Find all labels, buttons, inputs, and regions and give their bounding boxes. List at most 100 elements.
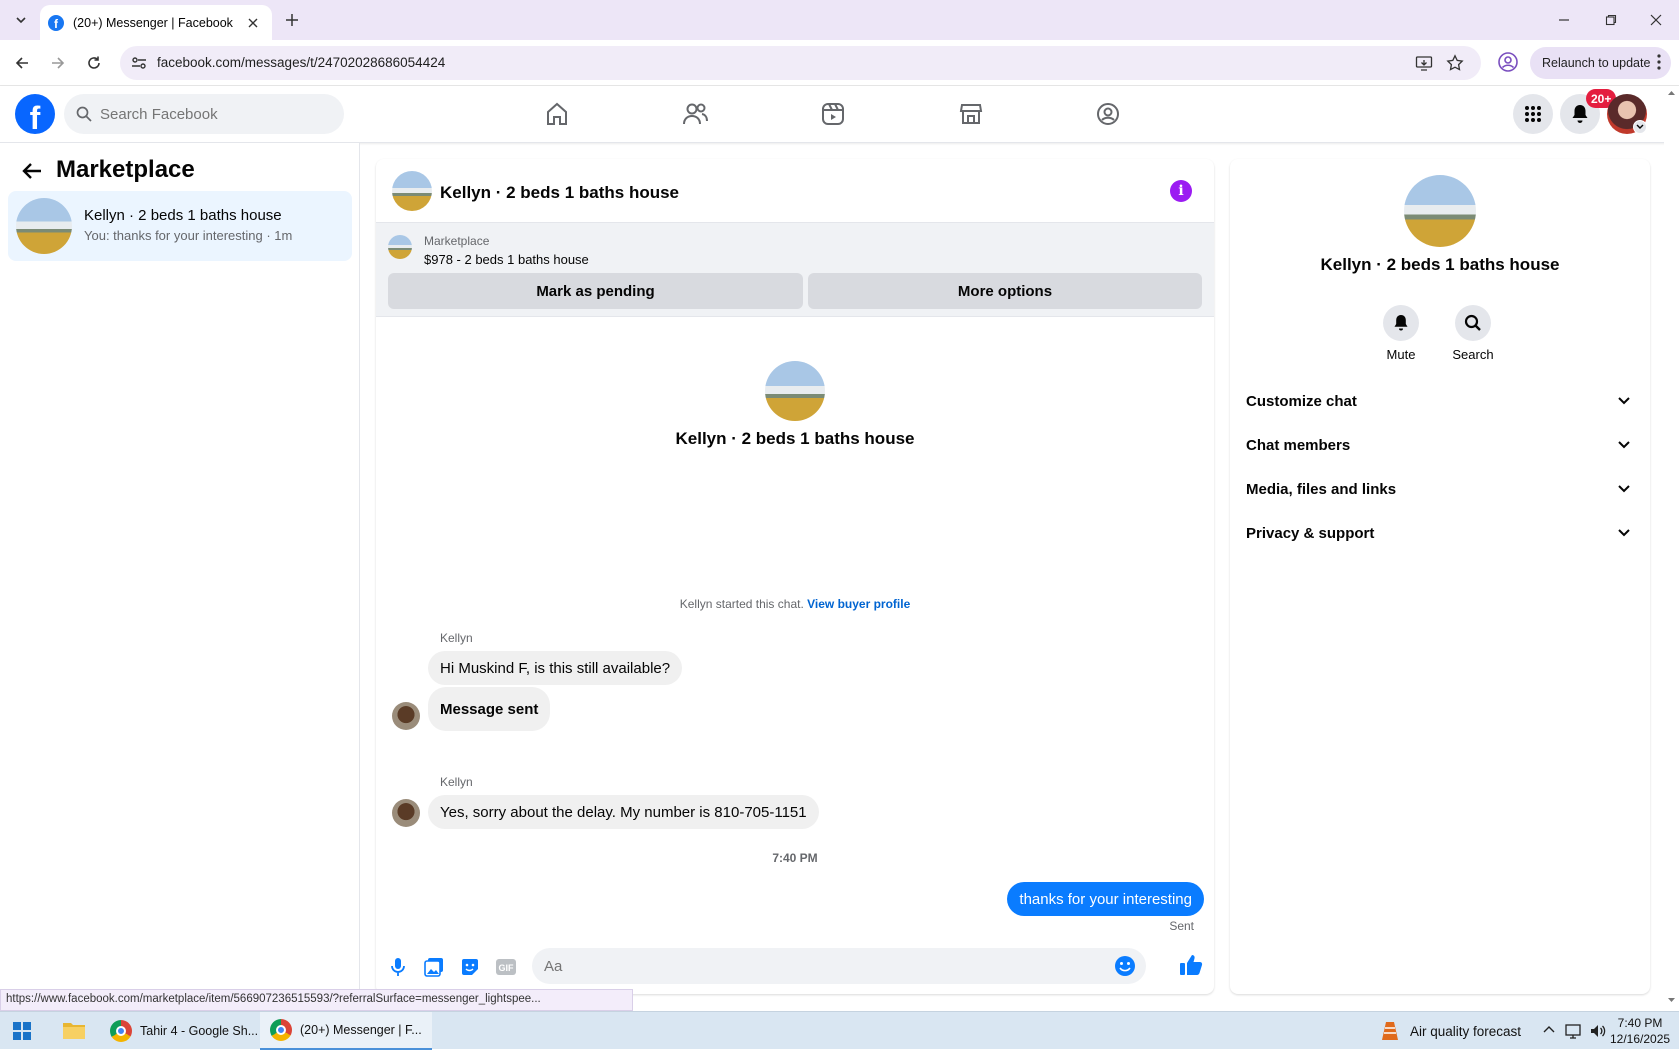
marketplace-icon[interactable] bbox=[953, 96, 989, 132]
more-options-button[interactable]: More options bbox=[808, 273, 1202, 309]
search-label: Search bbox=[1452, 347, 1494, 362]
forward-arrow-icon[interactable] bbox=[46, 51, 70, 75]
page-scrollbar[interactable] bbox=[1664, 86, 1679, 1007]
customize-chat-row[interactable]: Customize chat bbox=[1236, 379, 1644, 423]
taskbar-app-messenger[interactable]: (20+) Messenger | F... bbox=[260, 1012, 432, 1050]
weather-widget[interactable]: Air quality forecast bbox=[1380, 1012, 1521, 1050]
chat-title[interactable]: Kellyn · 2 beds 1 baths house bbox=[440, 183, 679, 203]
microphone-icon[interactable] bbox=[386, 955, 410, 979]
mute-button[interactable]: Mute bbox=[1371, 305, 1431, 362]
account-chevron-down-icon[interactable] bbox=[1633, 120, 1647, 134]
gaming-icon[interactable] bbox=[1090, 96, 1126, 132]
chat-members-row[interactable]: Chat members bbox=[1236, 423, 1644, 467]
section-label: Chat members bbox=[1246, 436, 1351, 454]
browser-menu-icon[interactable] bbox=[1657, 53, 1661, 71]
info-icon[interactable]: i bbox=[1170, 180, 1192, 202]
sender-avatar[interactable] bbox=[392, 702, 420, 730]
sender-avatar[interactable] bbox=[392, 799, 420, 827]
mark-as-pending-button[interactable]: Mark as pending bbox=[388, 273, 803, 309]
message-composer: GIF bbox=[376, 939, 1214, 994]
sticker-icon[interactable] bbox=[458, 955, 482, 979]
windows-start-icon[interactable] bbox=[13, 1022, 31, 1040]
facebook-favicon-icon: f bbox=[48, 14, 64, 31]
chat-info-avatar[interactable] bbox=[1404, 175, 1476, 247]
search-icon[interactable] bbox=[1455, 305, 1491, 341]
taskbar-app-sheets[interactable]: Tahir 4 - Google Sh... bbox=[100, 1012, 268, 1050]
chevron-down-icon bbox=[1618, 485, 1630, 493]
message-input-box[interactable] bbox=[532, 948, 1146, 984]
message-bubble[interactable]: Yes, sorry about the delay. My number is… bbox=[428, 795, 819, 829]
reload-icon[interactable] bbox=[82, 51, 106, 75]
windows-taskbar: Tahir 4 - Google Sh... (20+) Messenger |… bbox=[0, 1011, 1679, 1050]
address-bar[interactable]: facebook.com/messages/t/2470202868605442… bbox=[120, 46, 1481, 80]
home-icon[interactable] bbox=[539, 96, 575, 132]
emoji-icon[interactable] bbox=[1114, 955, 1136, 977]
chat-started-text: Kellyn started this chat. bbox=[679, 597, 804, 611]
conversation-list-item[interactable]: Kellyn · 2 beds 1 baths house You: thank… bbox=[8, 191, 352, 261]
volume-icon[interactable] bbox=[1590, 1023, 1606, 1039]
photo-gallery-icon[interactable] bbox=[422, 955, 446, 979]
conversation-preview: You: thanks for your interesting · 1m bbox=[84, 228, 293, 243]
message-timestamp: 7:40 PM bbox=[772, 851, 818, 865]
facebook-logo-icon[interactable]: f bbox=[15, 94, 55, 134]
site-settings-icon[interactable] bbox=[130, 54, 148, 72]
link-hover-status: https://www.facebook.com/marketplace/ite… bbox=[0, 989, 633, 1011]
listing-thumbnail[interactable] bbox=[388, 235, 412, 259]
chat-intro-name: Kellyn · 2 beds 1 baths house bbox=[675, 429, 915, 448]
video-icon[interactable] bbox=[815, 96, 851, 132]
listing-thumbnail bbox=[16, 198, 72, 254]
chevron-down-icon bbox=[1618, 397, 1630, 405]
chevron-up-icon[interactable] bbox=[1542, 1023, 1556, 1037]
privacy-support-row[interactable]: Privacy & support bbox=[1236, 511, 1644, 555]
tab-title: (20+) Messenger | Facebook bbox=[73, 15, 233, 30]
message-bubble[interactable]: Hi Muskind F, is this still available? bbox=[428, 651, 683, 685]
search-in-chat-button[interactable]: Search bbox=[1443, 305, 1503, 362]
friends-icon[interactable] bbox=[677, 96, 713, 132]
back-arrow-icon[interactable] bbox=[20, 159, 44, 183]
browser-toolbar: facebook.com/messages/t/2470202868605442… bbox=[0, 40, 1679, 86]
listing-item-text[interactable]: $978 - 2 beds 1 baths house bbox=[424, 252, 589, 267]
browser-tab-bar: f (20+) Messenger | Facebook bbox=[0, 0, 1679, 40]
marketplace-listing-bar: Marketplace $978 - 2 beds 1 baths house … bbox=[376, 223, 1214, 317]
chat-info-panel: Kellyn · 2 beds 1 baths house Mute Searc… bbox=[1230, 159, 1650, 994]
restore-window-icon[interactable] bbox=[1588, 8, 1634, 32]
file-explorer-icon[interactable] bbox=[62, 1020, 86, 1040]
close-window-icon[interactable] bbox=[1633, 8, 1679, 32]
search-icon bbox=[76, 106, 92, 122]
bell-icon[interactable] bbox=[1383, 305, 1419, 341]
clock-date: 12/16/2025 bbox=[1610, 1032, 1671, 1046]
scroll-up-arrow-icon[interactable] bbox=[1664, 86, 1679, 101]
facebook-search-input[interactable] bbox=[100, 105, 320, 123]
bookmark-star-icon[interactable] bbox=[1446, 54, 1464, 72]
message-bubble[interactable]: Message sent bbox=[428, 687, 551, 731]
my-message-bubble[interactable]: thanks for your interesting bbox=[1007, 882, 1204, 916]
clock-time: 7:40 PM bbox=[1617, 1016, 1663, 1030]
tab-search-chevron-icon[interactable] bbox=[10, 9, 32, 31]
menu-grid-icon[interactable] bbox=[1513, 94, 1553, 134]
relaunch-label: Relaunch to update bbox=[1542, 56, 1651, 70]
air-quality-icon bbox=[1380, 1020, 1400, 1042]
scroll-down-arrow-icon[interactable] bbox=[1664, 992, 1679, 1007]
view-buyer-profile-link[interactable]: View buyer profile bbox=[807, 597, 910, 611]
back-arrow-icon[interactable] bbox=[10, 51, 34, 75]
message-input[interactable] bbox=[544, 957, 1084, 975]
message-sender: Kellyn bbox=[440, 631, 473, 645]
browser-tab-messenger[interactable]: f (20+) Messenger | Facebook bbox=[40, 5, 272, 40]
install-app-icon[interactable] bbox=[1415, 54, 1433, 72]
relaunch-button[interactable]: Relaunch to update bbox=[1530, 47, 1671, 79]
thumbs-up-icon[interactable] bbox=[1179, 953, 1203, 977]
minimize-window-icon[interactable] bbox=[1541, 8, 1587, 32]
system-clock[interactable]: 7:40 PM 12/16/2025 bbox=[1610, 1015, 1670, 1047]
close-tab-icon[interactable] bbox=[244, 14, 262, 32]
chat-avatar[interactable] bbox=[392, 171, 432, 211]
chevron-down-icon bbox=[1618, 441, 1630, 449]
conversation-name: Kellyn · 2 beds 1 baths house bbox=[84, 207, 282, 224]
network-icon[interactable] bbox=[1565, 1023, 1583, 1039]
media-files-links-row[interactable]: Media, files and links bbox=[1236, 467, 1644, 511]
browser-profile-icon[interactable] bbox=[1497, 51, 1519, 73]
new-tab-plus-icon[interactable] bbox=[281, 9, 303, 31]
svg-text:GIF: GIF bbox=[499, 963, 515, 973]
gif-icon[interactable]: GIF bbox=[494, 955, 518, 979]
chat-started-notice: Kellyn started this chat. View buyer pro… bbox=[376, 597, 1214, 611]
facebook-search[interactable] bbox=[64, 94, 344, 134]
